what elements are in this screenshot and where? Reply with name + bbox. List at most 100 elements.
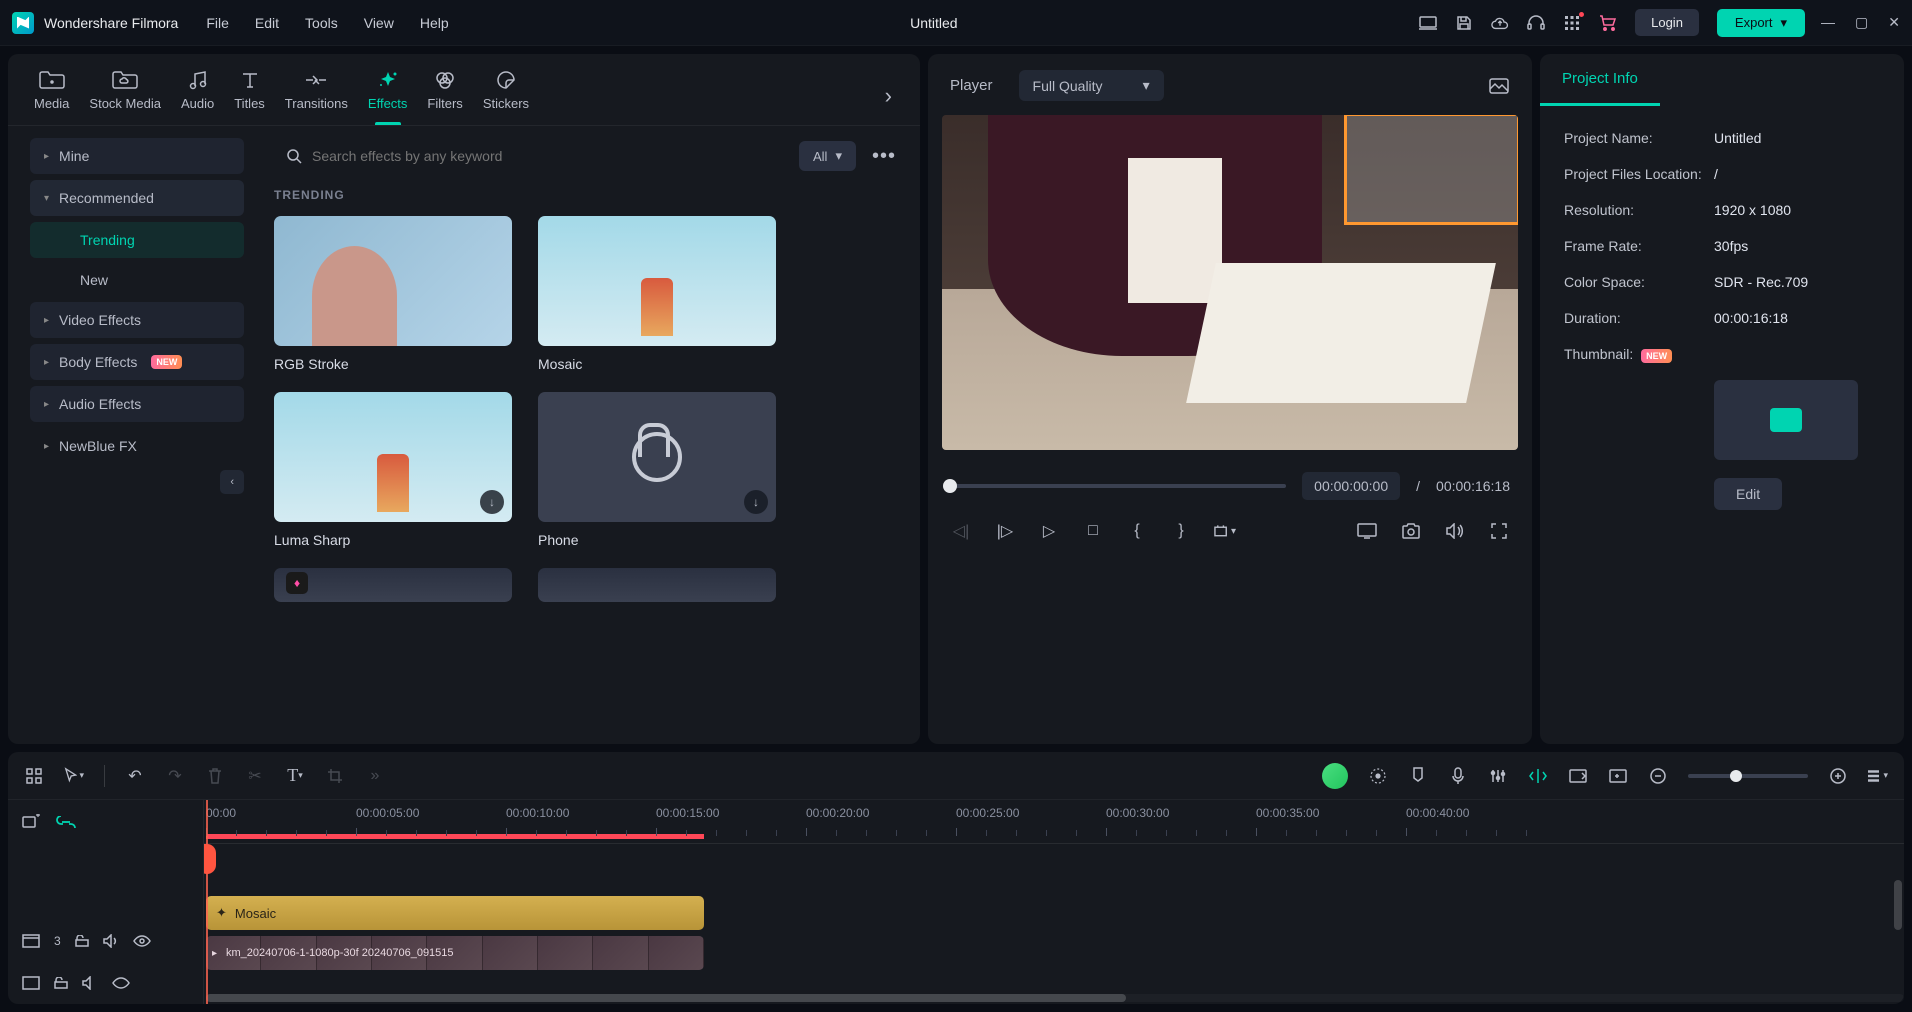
mark-in-icon[interactable]: { (1126, 520, 1148, 542)
sidebar-item-newblue[interactable]: ▸NewBlue FX (30, 428, 244, 464)
effect-card[interactable] (538, 568, 776, 612)
tab-effects[interactable]: Effects (358, 66, 418, 125)
mark-out-icon[interactable]: } (1170, 520, 1192, 542)
effect-card[interactable]: ♦ (274, 568, 512, 612)
search-input[interactable] (312, 148, 777, 164)
v-scrollbar[interactable] (1894, 880, 1902, 930)
tl-more-icon[interactable]: » (365, 766, 385, 786)
sidebar-item-video-effects[interactable]: ▸Video Effects (30, 302, 244, 338)
filter-dropdown[interactable]: All▾ (799, 141, 856, 171)
cloud-icon[interactable] (1491, 15, 1509, 31)
tab-project-info[interactable]: Project Info (1540, 54, 1660, 106)
quality-dropdown[interactable]: Full Quality▾ (1019, 70, 1164, 101)
download-icon[interactable]: ↓ (480, 490, 504, 514)
tab-audio[interactable]: Audio (171, 66, 224, 125)
login-button[interactable]: Login (1635, 9, 1699, 36)
tab-stickers[interactable]: Stickers (473, 66, 539, 125)
tab-filters[interactable]: Filters (417, 66, 472, 125)
edit-button[interactable]: Edit (1714, 478, 1782, 510)
save-icon[interactable] (1455, 15, 1473, 31)
download-icon[interactable]: ↓ (744, 490, 768, 514)
mosaic-overlay[interactable] (1344, 115, 1518, 225)
tab-titles[interactable]: Titles (224, 66, 275, 125)
device-icon[interactable] (1419, 15, 1437, 31)
tabs-more-icon[interactable]: › (873, 83, 904, 109)
timeline-tracks[interactable]: 00:0000:00:05:0000:00:10:0000:00:15:0000… (204, 800, 1904, 1004)
maximize-icon[interactable]: ▢ (1855, 14, 1868, 31)
cart-icon[interactable] (1599, 15, 1617, 31)
tab-transitions[interactable]: Transitions (275, 66, 358, 125)
effect-card-mosaic[interactable]: Mosaic (538, 216, 776, 372)
menu-help[interactable]: Help (420, 15, 449, 31)
tl-add-icon[interactable] (24, 766, 44, 786)
track-lock-icon[interactable] (54, 977, 68, 989)
tl-view-icon[interactable]: ▾ (1868, 766, 1888, 786)
tl-split-icon[interactable] (1528, 766, 1548, 786)
tl-delete-icon[interactable] (205, 766, 225, 786)
h-scrollbar[interactable] (206, 994, 1904, 1002)
video-preview[interactable] (942, 115, 1518, 450)
tl-image-icon[interactable] (1608, 766, 1628, 786)
snapshot-icon[interactable] (1488, 75, 1510, 97)
tl-redo-icon[interactable]: ↷ (165, 766, 185, 786)
work-area[interactable] (206, 834, 704, 839)
time-current[interactable]: 00:00:00:00 (1302, 472, 1400, 500)
menu-file[interactable]: File (206, 15, 229, 31)
volume-icon[interactable] (1444, 520, 1466, 542)
effect-card-luma-sharp[interactable]: ↓Luma Sharp (274, 392, 512, 548)
progress-slider[interactable] (950, 484, 1286, 488)
effect-card-rgb-stroke[interactable]: RGB Stroke (274, 216, 512, 372)
camera-icon[interactable] (1400, 520, 1422, 542)
minimize-icon[interactable]: — (1821, 14, 1835, 31)
tl-select-icon[interactable]: ▾ (64, 766, 84, 786)
sidebar-item-recommended[interactable]: ▾Recommended (30, 180, 244, 216)
tab-stock-media[interactable]: Stock Media (79, 66, 171, 125)
tl-ai-icon[interactable] (1322, 763, 1348, 789)
tl-cut-icon[interactable]: ✂ (245, 766, 265, 786)
marker-icon[interactable]: ▾ (1214, 520, 1236, 542)
tl-text-icon[interactable]: T▾ (285, 766, 305, 786)
track-lock-icon[interactable] (75, 935, 89, 947)
export-button[interactable]: Export▾ (1717, 9, 1805, 37)
tl-undo-icon[interactable]: ↶ (125, 766, 145, 786)
track-mute-icon[interactable] (103, 934, 119, 948)
play-icon[interactable]: ▷ (1038, 520, 1060, 542)
sidebar-item-new[interactable]: New (30, 262, 244, 298)
track-mute-icon[interactable] (82, 976, 98, 990)
close-icon[interactable]: ✕ (1888, 14, 1900, 31)
tl-mixer-icon[interactable] (1488, 766, 1508, 786)
sidebar-item-mine[interactable]: ▸Mine (30, 138, 244, 174)
tl-zoom-out-icon[interactable] (1648, 766, 1668, 786)
sidebar-item-audio-effects[interactable]: ▸Audio Effects (30, 386, 244, 422)
tl-add-track-icon[interactable] (22, 814, 40, 830)
stop-icon[interactable]: □ (1082, 520, 1104, 542)
more-icon[interactable]: ••• (866, 145, 902, 168)
timeline-ruler[interactable]: 00:0000:00:05:0000:00:10:0000:00:15:0000… (204, 800, 1904, 844)
step-back-icon[interactable]: |▷ (994, 520, 1016, 542)
playhead[interactable] (206, 800, 208, 1004)
sidebar-item-trending[interactable]: Trending (30, 222, 244, 258)
zoom-slider[interactable] (1688, 774, 1808, 778)
tl-mic-icon[interactable] (1448, 766, 1468, 786)
headset-icon[interactable] (1527, 15, 1545, 31)
display-icon[interactable] (1356, 520, 1378, 542)
menu-edit[interactable]: Edit (255, 15, 279, 31)
prev-frame-icon[interactable]: ◁| (950, 520, 972, 542)
tl-marker-icon[interactable] (1408, 766, 1428, 786)
track-visibility-icon[interactable] (112, 977, 130, 989)
video-clip[interactable]: km_20240706-1-1080p-30f 20240706_091515 (206, 936, 704, 970)
apps-icon[interactable] (1563, 15, 1581, 31)
tl-link-icon[interactable] (56, 816, 76, 828)
tl-color-icon[interactable] (1368, 766, 1388, 786)
track-visibility-icon[interactable] (133, 935, 151, 947)
tl-zoom-in-icon[interactable] (1828, 766, 1848, 786)
sidebar-item-body-effects[interactable]: ▸Body EffectsNEW (30, 344, 244, 380)
menu-view[interactable]: View (364, 15, 394, 31)
effect-card-phone[interactable]: ↓Phone (538, 392, 776, 548)
tl-crop-icon[interactable] (325, 766, 345, 786)
thumbnail-preview[interactable] (1714, 380, 1858, 460)
fx-clip-mosaic[interactable]: Mosaic (206, 896, 704, 930)
tab-media[interactable]: Media (24, 66, 79, 125)
tl-render-icon[interactable] (1568, 766, 1588, 786)
collapse-sidebar-icon[interactable]: ‹ (220, 470, 244, 494)
